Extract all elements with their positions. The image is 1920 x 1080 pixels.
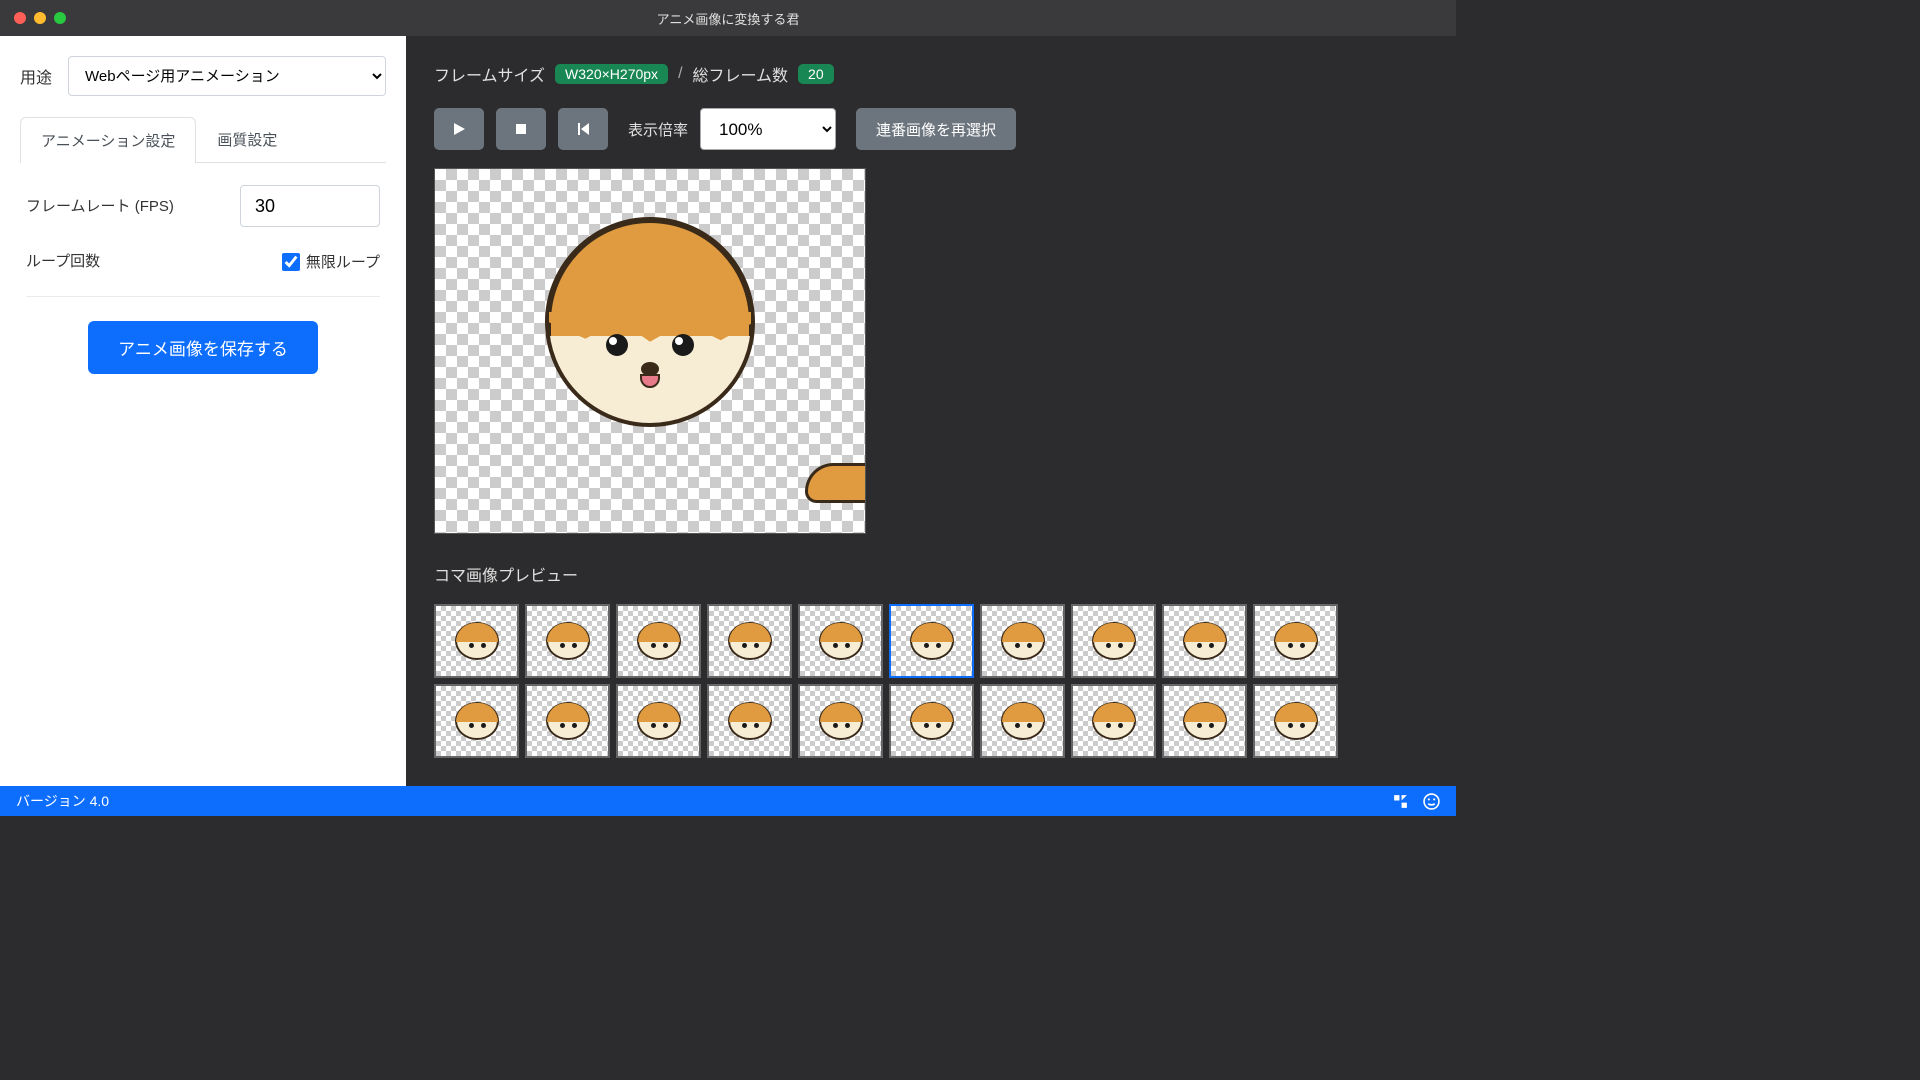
thumb-character (1001, 622, 1045, 660)
frame-thumb[interactable] (1253, 604, 1338, 678)
loop-label: ループ回数 (26, 251, 100, 272)
thumb-character (910, 622, 954, 660)
status-icons (1392, 793, 1440, 810)
thumb-character (819, 702, 863, 740)
thumb-character (1092, 622, 1136, 660)
stop-icon (513, 121, 529, 137)
frame-thumb[interactable] (980, 684, 1065, 758)
traffic-lights (14, 12, 66, 24)
frame-size-label: フレームサイズ (434, 62, 545, 86)
frame-thumb[interactable] (1071, 604, 1156, 678)
zoom-select[interactable]: 100% (700, 108, 836, 150)
content-panel: フレームサイズ W320×H270px / 総フレーム数 20 表示倍率 100… (406, 36, 1456, 786)
tab-animation-settings[interactable]: アニメーション設定 (20, 117, 196, 163)
thumb-character (728, 702, 772, 740)
loop-infinite-wrap: 無限ループ (282, 251, 380, 272)
thumb-character (1183, 622, 1227, 660)
frame-thumb[interactable] (798, 684, 883, 758)
thumb-character (455, 622, 499, 660)
frame-size-badge: W320×H270px (555, 64, 668, 84)
frame-thumb[interactable] (707, 604, 792, 678)
smiley-icon[interactable] (1423, 793, 1440, 810)
titlebar: アニメ画像に変換する君 (0, 0, 1456, 36)
frame-thumb[interactable] (707, 684, 792, 758)
tab-content: フレームレート (FPS) ループ回数 無限ループ アニメ画像を保存する (20, 163, 386, 396)
frame-thumb[interactable] (525, 684, 610, 758)
play-icon (451, 121, 467, 137)
fps-row: フレームレート (FPS) (26, 185, 380, 227)
total-frames-badge: 20 (798, 64, 834, 84)
settings-tabs: アニメーション設定 画質設定 (20, 116, 386, 163)
thumb-character (637, 702, 681, 740)
divider (26, 296, 380, 297)
minimize-icon[interactable] (34, 12, 46, 24)
maximize-icon[interactable] (54, 12, 66, 24)
thumb-character (819, 622, 863, 660)
frame-thumb[interactable] (889, 604, 974, 678)
preview-canvas (434, 168, 866, 534)
statusbar: バージョン 4.0 (0, 786, 1456, 816)
zoom-label: 表示倍率 (628, 119, 688, 140)
stop-button[interactable] (496, 108, 546, 150)
thumb-character (1092, 702, 1136, 740)
play-button[interactable] (434, 108, 484, 150)
close-icon[interactable] (14, 12, 26, 24)
frame-thumb[interactable] (434, 684, 519, 758)
frame-thumb[interactable] (1162, 684, 1247, 758)
frame-thumb[interactable] (1162, 604, 1247, 678)
thumb-character (1183, 702, 1227, 740)
window-title: アニメ画像に変換する君 (657, 9, 800, 28)
loop-infinite-label: 無限ループ (306, 251, 380, 272)
skip-back-icon (575, 121, 591, 137)
controls-row: 表示倍率 100% 連番画像を再選択 (434, 108, 1428, 150)
save-button[interactable]: アニメ画像を保存する (88, 321, 318, 374)
thumb-character (546, 622, 590, 660)
frame-thumb[interactable] (1071, 684, 1156, 758)
frame-thumb[interactable] (889, 684, 974, 758)
thumb-character (1001, 702, 1045, 740)
purpose-row: 用途 Webページ用アニメーション (20, 56, 386, 96)
thumbs-title: コマ画像プレビュー (434, 562, 1428, 586)
frame-thumb[interactable] (525, 604, 610, 678)
frame-thumb[interactable] (1253, 684, 1338, 758)
main-area: 用途 Webページ用アニメーション アニメーション設定 画質設定 フレームレート… (0, 36, 1456, 786)
frame-thumb[interactable] (980, 604, 1065, 678)
character-body-edge (805, 463, 865, 503)
info-separator: / (678, 65, 682, 83)
app-icon[interactable] (1392, 793, 1409, 810)
reselect-button[interactable]: 連番画像を再選択 (856, 108, 1016, 150)
purpose-select[interactable]: Webページ用アニメーション (68, 56, 386, 96)
frame-thumb[interactable] (798, 604, 883, 678)
fps-input[interactable] (240, 185, 380, 227)
loop-row: ループ回数 無限ループ (26, 251, 380, 272)
frame-thumb[interactable] (616, 604, 701, 678)
sidebar: 用途 Webページ用アニメーション アニメーション設定 画質設定 フレームレート… (0, 36, 406, 786)
thumb-character (1274, 702, 1318, 740)
thumb-grid (434, 604, 1428, 758)
frame-thumb[interactable] (616, 684, 701, 758)
thumb-character (546, 702, 590, 740)
info-row: フレームサイズ W320×H270px / 総フレーム数 20 (434, 62, 1428, 86)
thumb-character (1274, 622, 1318, 660)
total-frames-label: 総フレーム数 (693, 62, 789, 86)
loop-infinite-checkbox[interactable] (282, 253, 300, 271)
thumb-character (455, 702, 499, 740)
purpose-label: 用途 (20, 64, 52, 88)
thumb-character (910, 702, 954, 740)
version-label: バージョン 4.0 (16, 791, 109, 811)
fps-label: フレームレート (FPS) (26, 196, 174, 217)
thumb-character (637, 622, 681, 660)
character-preview (545, 217, 755, 427)
tab-quality-settings[interactable]: 画質設定 (196, 116, 298, 162)
frame-thumb[interactable] (434, 604, 519, 678)
thumb-character (728, 622, 772, 660)
rewind-button[interactable] (558, 108, 608, 150)
